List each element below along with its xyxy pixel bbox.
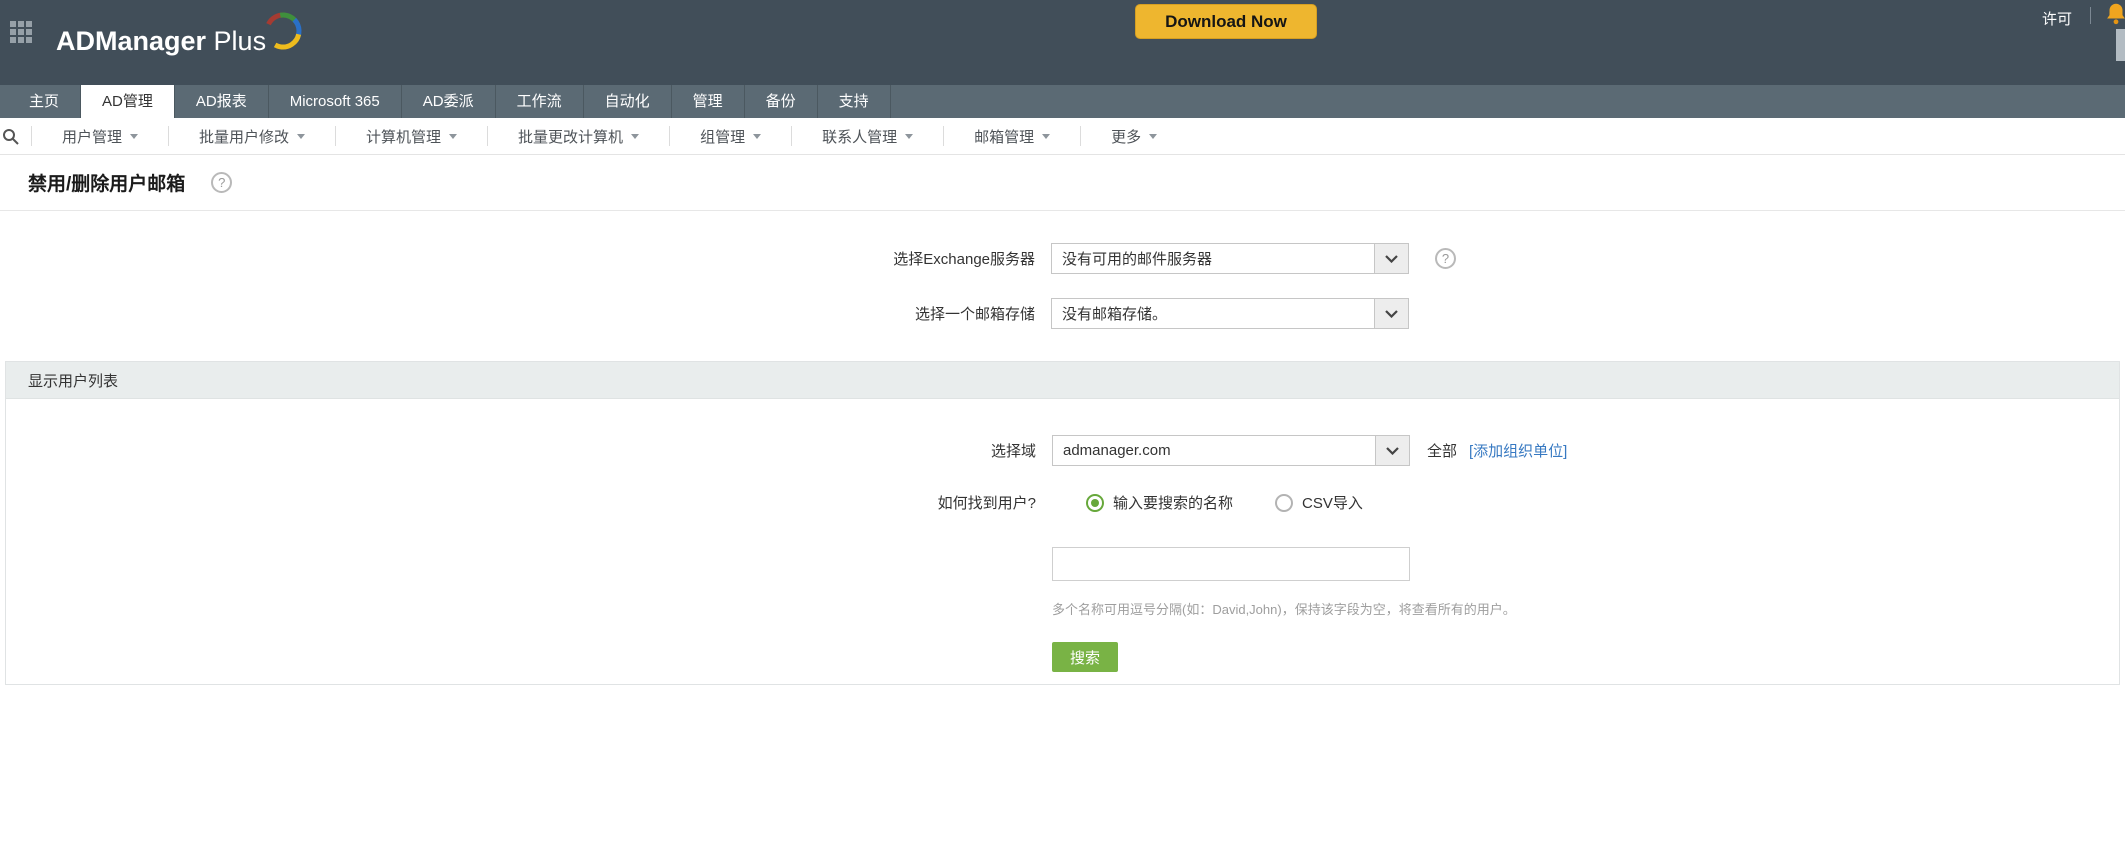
helper-text: 多个名称可用逗号分隔(如：David,John)，保持该字段为空，将查看所有的用…	[1052, 599, 2119, 618]
find-users-row: 如何找到用户? 输入要搜索的名称 CSV导入	[6, 492, 2119, 513]
radio-csv-import[interactable]	[1275, 494, 1293, 512]
page-title: 禁用/删除用户邮箱	[28, 169, 185, 196]
header-divider	[2090, 7, 2091, 24]
chevron-down-icon	[905, 134, 913, 139]
tab-microsoft-365[interactable]: Microsoft 365	[269, 85, 402, 118]
page-help-icon[interactable]: ?	[211, 172, 232, 193]
domain-value: admanager.com	[1053, 442, 1171, 459]
menu-label: 批量更改计算机	[518, 126, 623, 147]
tab-ad-management[interactable]: AD管理	[81, 85, 175, 118]
chevron-down-icon	[1149, 134, 1157, 139]
tab-backup[interactable]: 备份	[745, 85, 818, 118]
chevron-down-icon	[753, 134, 761, 139]
add-ou-link[interactable]: [添加组织单位]	[1469, 440, 1567, 461]
section-header: 显示用户列表	[6, 362, 2119, 399]
domain-select[interactable]: admanager.com	[1052, 435, 1410, 466]
find-users-radio-group: 输入要搜索的名称 CSV导入	[1086, 492, 1363, 513]
logo-swoosh-icon	[262, 6, 308, 54]
exchange-server-value: 没有可用的邮件服务器	[1052, 248, 1212, 269]
search-input-row	[1052, 547, 2119, 581]
chevron-down-icon	[130, 134, 138, 139]
find-users-label: 如何找到用户?	[6, 492, 1036, 513]
chevron-down-icon[interactable]	[1374, 244, 1408, 273]
menu-label: 组管理	[700, 126, 745, 147]
app-logo-plus: Plus	[214, 26, 267, 56]
radio-csv-import-label[interactable]: CSV导入	[1302, 492, 1363, 513]
tab-support[interactable]: 支持	[818, 85, 891, 118]
search-button-row: 搜索	[1052, 642, 2119, 684]
notification-bell-icon[interactable]	[2103, 1, 2125, 27]
radio-enter-names-label[interactable]: 输入要搜索的名称	[1113, 492, 1233, 513]
menu-bulk-computer-modification[interactable]: 批量更改计算机	[488, 126, 670, 146]
tab-ad-delegation[interactable]: AD委派	[402, 85, 496, 118]
menu-computer-management[interactable]: 计算机管理	[336, 126, 488, 146]
exchange-server-row: 选择Exchange服务器 没有可用的邮件服务器 ?	[0, 243, 2125, 274]
chevron-down-icon	[297, 134, 305, 139]
menu-label: 联系人管理	[822, 126, 897, 147]
menu-more[interactable]: 更多	[1081, 126, 1187, 146]
app-logo: ADManager Plus	[56, 26, 266, 57]
names-search-input[interactable]	[1052, 547, 1410, 581]
license-link[interactable]: 许可	[2042, 8, 2072, 29]
mailbox-store-value: 没有邮箱存储。	[1052, 303, 1167, 324]
scrollbar-thumb[interactable]	[2116, 29, 2125, 61]
menu-group-management[interactable]: 组管理	[670, 126, 792, 146]
menu-label: 用户管理	[62, 126, 122, 147]
chevron-down-icon	[631, 134, 639, 139]
app-logo-bold: ADManager	[56, 26, 206, 56]
chevron-down-icon	[1042, 134, 1050, 139]
chevron-down-icon[interactable]	[1374, 299, 1408, 328]
app-header: ADManager Plus Download Now 许可	[0, 0, 2125, 85]
mailbox-store-select[interactable]: 没有邮箱存储。	[1051, 298, 1409, 329]
exchange-server-select[interactable]: 没有可用的邮件服务器	[1051, 243, 1409, 274]
chevron-down-icon[interactable]	[1375, 436, 1409, 465]
menu-bulk-user-modification[interactable]: 批量用户修改	[169, 126, 336, 146]
domain-label: 选择域	[6, 440, 1036, 461]
search-button[interactable]: 搜索	[1052, 642, 1118, 672]
download-now-button[interactable]: Download Now	[1135, 4, 1317, 39]
mailbox-store-row: 选择一个邮箱存储 没有邮箱存储。	[0, 298, 2125, 329]
domain-row: 选择域 admanager.com 全部 [添加组织单位]	[6, 435, 2119, 466]
app-logo-light	[206, 26, 214, 56]
menu-label: 计算机管理	[366, 126, 441, 147]
tab-automation[interactable]: 自动化	[584, 85, 672, 118]
tab-admin[interactable]: 管理	[672, 85, 745, 118]
mailbox-store-label: 选择一个邮箱存储	[0, 303, 1035, 324]
menu-contact-management[interactable]: 联系人管理	[792, 126, 944, 146]
exchange-server-label: 选择Exchange服务器	[0, 248, 1035, 269]
search-icon[interactable]	[0, 126, 32, 146]
domain-all-label: 全部	[1427, 440, 1457, 461]
radio-enter-names[interactable]	[1086, 494, 1104, 512]
title-divider	[0, 210, 2125, 211]
tab-ad-reports[interactable]: AD报表	[175, 85, 269, 118]
menu-user-management[interactable]: 用户管理	[32, 126, 169, 146]
menu-label: 更多	[1111, 126, 1141, 147]
tab-home[interactable]: 主页	[8, 85, 81, 118]
display-user-list-section: 显示用户列表 选择域 admanager.com 全部 [添加组织单位] 如何找…	[5, 361, 2120, 685]
main-tabbar: 主页 AD管理 AD报表 Microsoft 365 AD委派 工作流 自动化 …	[0, 85, 2125, 118]
menu-label: 邮箱管理	[974, 126, 1034, 147]
ad-mgmt-submenu: 用户管理 批量用户修改 计算机管理 批量更改计算机 组管理 联系人管理 邮箱管理…	[0, 118, 2125, 155]
apps-grid-icon[interactable]	[10, 21, 32, 43]
exchange-help-icon[interactable]: ?	[1435, 248, 1456, 269]
menu-mailbox-management[interactable]: 邮箱管理	[944, 126, 1081, 146]
menu-label: 批量用户修改	[199, 126, 289, 147]
chevron-down-icon	[449, 134, 457, 139]
tab-workflow[interactable]: 工作流	[496, 85, 584, 118]
